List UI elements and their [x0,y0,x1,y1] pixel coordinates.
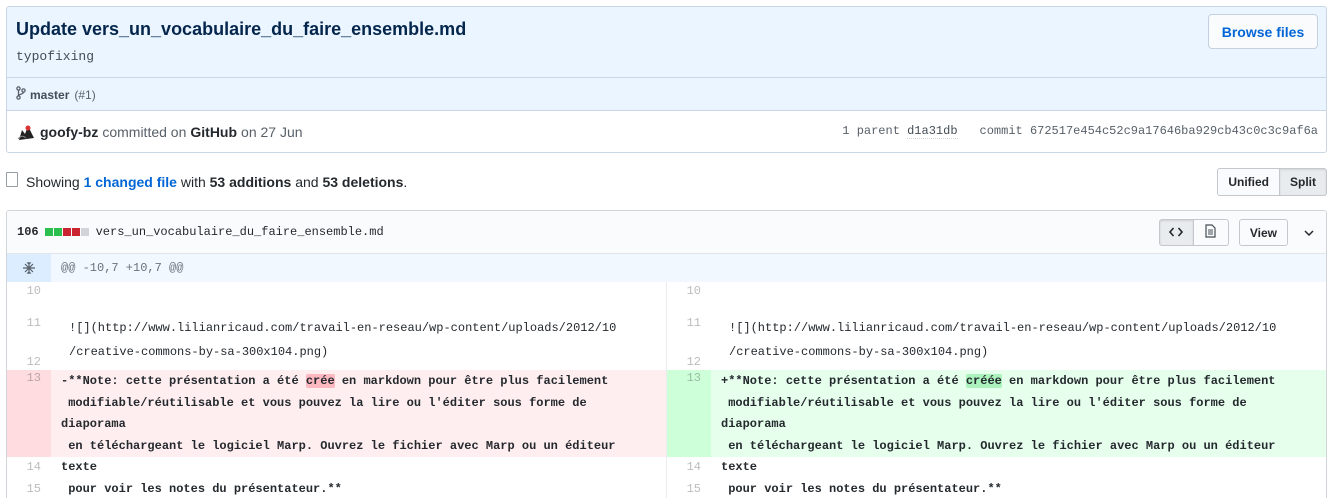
view-file-button[interactable]: View [1238,219,1288,246]
expand-icon[interactable] [7,254,51,282]
code-content [51,457,666,477]
diff-line: 13 -**Note: cette présentation a été crée… [7,370,666,496]
browse-files-button[interactable]: Browse files [1208,14,1318,49]
file-name[interactable]: vers_un_vocabulaire_du_faire_ensemble.md [96,225,384,239]
line-number[interactable]: 15 [667,477,711,498]
code-content [711,477,1326,498]
diff-line: 12 [667,350,1326,370]
hunk-header-row: @@ -10,7 +10,7 @@ [7,254,1326,282]
file-diff-icon [6,172,18,187]
diff-toolbar: Showing 1 changed file with 53 additions… [6,168,1327,196]
commit-title-area: Update vers_un_vocabulaire_du_faire_ense… [7,7,1326,111]
diff-line: 14 [667,457,1326,477]
diff-line: 11 ![](http://www.lilianricaud.com/travai… [7,302,666,359]
diff-right-side: 10 11 ![](http://www.lilianricaud.com/trav… [666,282,1326,498]
line-number[interactable]: 10 [667,282,711,302]
diff-line: 11 ![](http://www.lilianricaud.com/travai… [667,302,1326,359]
diffstat-block [62,228,71,236]
branch-info: master (#1) [7,77,1326,111]
additions-count: 53 additions [209,174,292,190]
code-content: -**Note: cette présentation a été crée e… [51,370,666,496]
code-text-before: **Note: cette présentation a été [728,374,966,388]
commit-author[interactable]: goofy-bz [40,124,98,140]
diffstat-bar [44,225,90,239]
line-number[interactable]: 14 [667,457,711,477]
diff-summary: Showing 1 changed file with 53 additions… [26,174,407,190]
diff-line: 12 [7,350,666,370]
avatar[interactable] [16,122,36,142]
changed-word: créée [965,374,1002,388]
code-content: ![](http://www.lilianricaud.com/travail-… [69,321,617,359]
diffstat-block [44,228,53,236]
line-number[interactable]: 13 [7,370,51,457]
commit-info: commit 672517e454c52c9a17646ba929cb43c0c… [980,124,1318,138]
line-number[interactable]: 12 [7,350,51,370]
view-toggle: Unified Split [1217,168,1327,196]
file-actions: View [1158,219,1316,246]
file-header: 106 vers_un_vocabulaire_du_faire_ensembl… [7,211,1326,254]
sha-area: 1 parent d1a31db commit 672517e454c52c9a… [842,124,1318,139]
code-content [51,350,666,370]
code-content [711,350,1326,370]
hunk-header: @@ -10,7 +10,7 @@ [61,261,184,275]
line-number[interactable]: 14 [7,457,51,477]
deletions-count: 53 deletions [322,174,404,190]
commit-label: commit [979,124,1023,138]
commit-header: Update vers_un_vocabulaire_du_faire_ense… [6,6,1327,153]
line-number[interactable]: 12 [667,350,711,370]
branch-name[interactable]: master [30,88,69,102]
commit-title: Update vers_un_vocabulaire_du_faire_ense… [16,19,467,39]
line-number[interactable]: 15 [7,477,51,498]
source-diff-button[interactable] [1158,219,1194,246]
file-diff: 106 vers_un_vocabulaire_du_faire_ensembl… [6,210,1327,498]
diff-line: 14 [7,457,666,477]
code-text-before: **Note: cette présentation a été [68,374,306,388]
diff-line: 13 +**Note: cette présentation a été créé… [667,370,1326,496]
summary-with: with [180,174,206,190]
diff-line: 10 [7,282,666,302]
diffstat-block [71,228,80,236]
line-number[interactable]: 10 [7,282,51,302]
code-content: ![](http://www.lilianricaud.com/travail-… [729,321,1277,359]
committed-on-label: committed on [102,124,187,140]
split-diff: 10 11 ![](http://www.lilianricaud.com/trav… [7,282,1326,498]
line-number[interactable]: 13 [667,370,711,457]
diffstat-block [53,228,62,236]
diffstat-count: 106 [17,225,39,239]
commit-meta: goofy-bz committed on GitHub on 27 Jun 1… [7,111,1326,152]
summary-showing: Showing [26,174,80,190]
code-content [711,282,1326,302]
rich-diff-button[interactable] [1193,219,1229,246]
diff-line: 15 [667,477,1326,498]
line-number[interactable]: 11 [7,302,51,350]
line-number[interactable]: 11 [667,302,711,350]
summary-period: . [403,174,408,190]
diff-left-side: 10 11 ![](http://www.lilianricaud.com/trav… [7,282,666,498]
committer-name: GitHub [190,124,238,140]
split-button[interactable]: Split [1280,168,1327,196]
chevron-down-icon[interactable] [1302,226,1316,240]
file-icon [1205,224,1216,241]
branch-icon [16,86,26,103]
commit-sha: 672517e454c52c9a17646ba929cb43c0c3c9af6a [1029,124,1318,138]
code-content [711,457,1326,477]
diff-line: 15 [7,477,666,498]
parent-label: 1 parent [842,124,900,138]
summary-and: and [295,174,319,190]
code-content [51,282,666,302]
code-icon [1169,226,1184,240]
diff-line: 10 [667,282,1326,302]
code-content [51,477,666,498]
pr-number[interactable]: (#1) [74,88,95,102]
code-content: +**Note: cette présentation a été créée … [711,370,1326,496]
changed-word: crée [305,374,335,388]
commit-description: typofixing [16,49,95,64]
commit-date: on 27 Jun [241,124,303,140]
diffstat-block [80,228,89,236]
display-toggle [1158,219,1229,246]
changed-files-link[interactable]: 1 changed file [84,174,177,190]
parent-info: 1 parent d1a31db [842,124,958,139]
parent-sha-link[interactable]: d1a31db [907,124,958,139]
unified-button[interactable]: Unified [1217,168,1280,196]
